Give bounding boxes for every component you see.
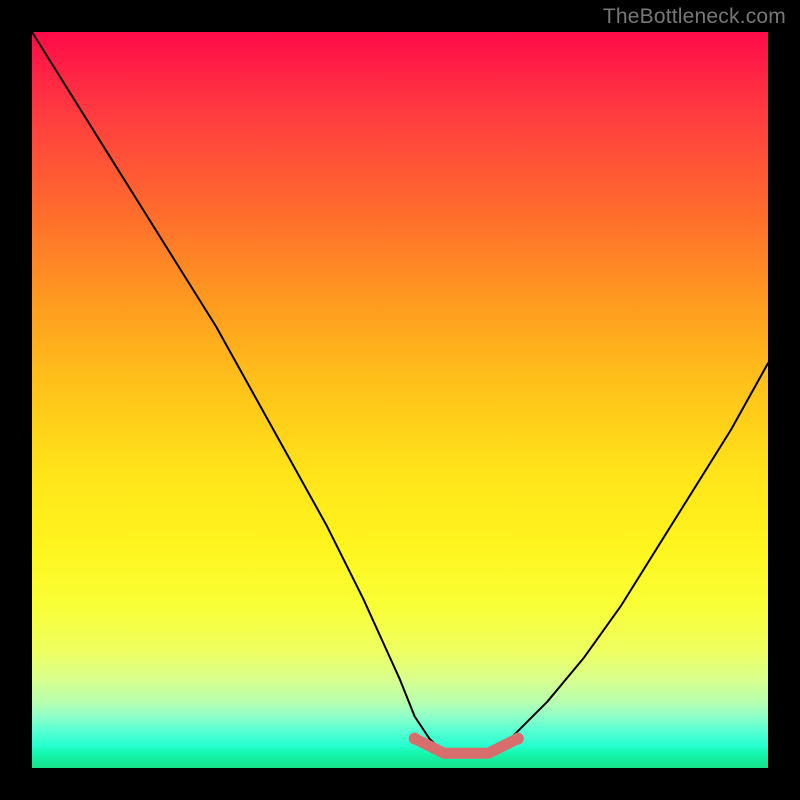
bottom-flat-highlight [415, 739, 518, 754]
chart-svg [32, 32, 768, 768]
plot-area [32, 32, 768, 768]
chart-frame: TheBottleneck.com [0, 0, 800, 800]
highlight-endpoint-left [409, 733, 421, 745]
watermark-text: TheBottleneck.com [603, 5, 786, 29]
highlight-endpoint-right [512, 733, 524, 745]
bottleneck-curve [32, 32, 768, 753]
